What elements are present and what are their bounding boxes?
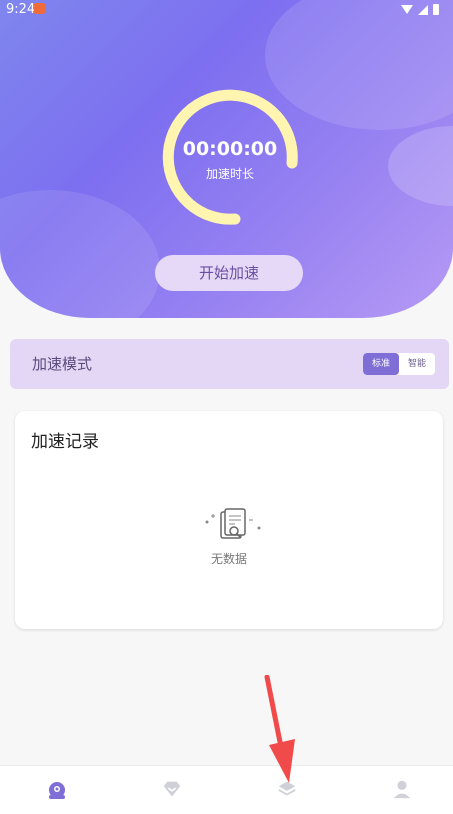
nav-profile[interactable] — [382, 778, 422, 806]
signal-icon — [418, 4, 428, 15]
app-notification-icon — [34, 3, 45, 14]
mode-panel: 加速模式 标准 智能 — [10, 339, 449, 389]
mode-option-standard[interactable]: 标准 — [363, 353, 399, 375]
nav-favorites[interactable] — [152, 778, 192, 806]
records-title: 加速记录 — [31, 432, 99, 452]
timer-label: 加速时长 — [205, 167, 254, 181]
mode-title: 加速模式 — [32, 355, 93, 373]
start-accelerate-button[interactable]: 开始加速 — [155, 255, 303, 291]
annotation-arrow-icon — [264, 675, 295, 783]
robot-icon — [49, 782, 65, 799]
status-time: 9:24 — [6, 2, 36, 17]
wifi-icon — [401, 5, 413, 14]
records-card: 加速记录 无数据 — [15, 411, 443, 629]
hero-header: 9:24 00:00:00 加速时长 开始加速 — [0, 0, 453, 318]
mode-option-smart[interactable]: 智能 — [399, 353, 435, 375]
decor-blob — [0, 190, 160, 318]
timer-value: 00:00:00 — [182, 138, 278, 160]
empty-text: 无数据 — [210, 552, 247, 566]
battery-icon — [433, 4, 439, 15]
heart-icon — [163, 781, 181, 797]
status-bar: 9:24 — [0, 0, 453, 20]
decor-blob — [388, 126, 453, 206]
status-icons — [401, 3, 439, 16]
bottom-nav — [0, 765, 453, 814]
user-icon — [393, 780, 411, 799]
nav-home[interactable] — [37, 778, 77, 806]
empty-document-icon — [205, 508, 261, 539]
mode-toggle: 标准 智能 — [363, 353, 435, 375]
